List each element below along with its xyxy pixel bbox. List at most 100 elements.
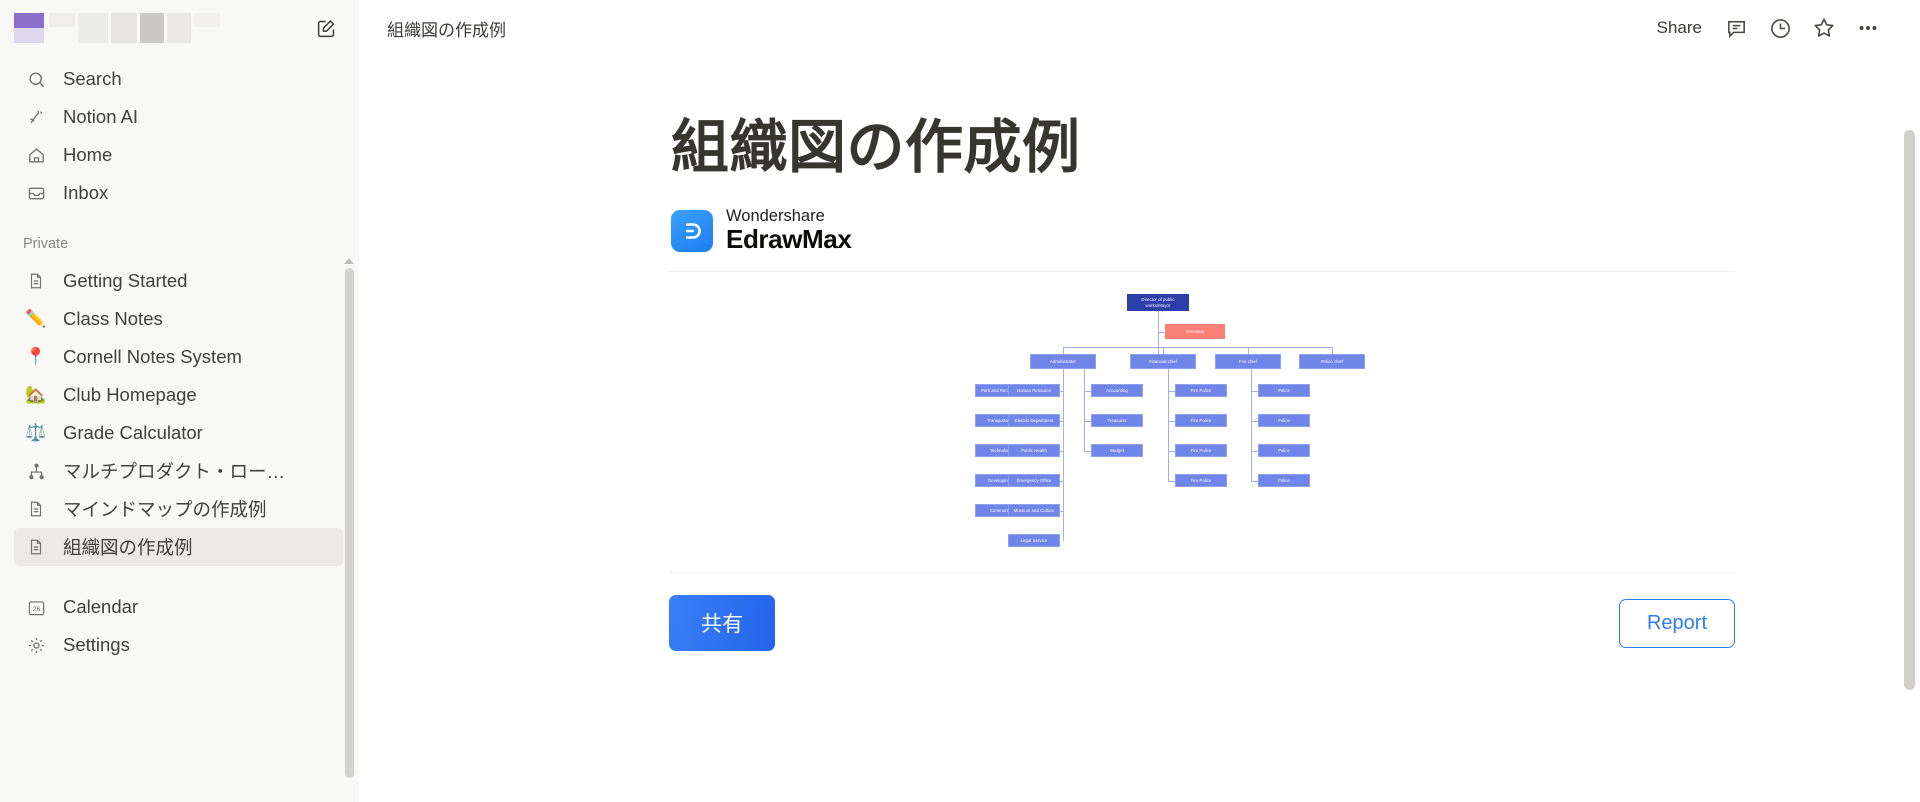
sidebar-item-label: 組織図の作成例 [63, 537, 193, 558]
workspace-name-blurred [49, 13, 220, 43]
connector-leaf [1084, 450, 1091, 452]
org-node-chief: Administrator [1030, 354, 1096, 370]
org-node-leaf: Legal Service [1008, 534, 1060, 548]
calendar-icon: 26 [23, 598, 49, 617]
sidebar-divider-gap [0, 566, 359, 588]
sidebar-item-mindmap-example[interactable]: マインドマップの作成例 [14, 490, 343, 528]
top-bar: 組織図の作成例 Share [359, 0, 1920, 56]
sidebar-scrollbar[interactable] [345, 268, 354, 778]
edrawmax-brand: Wondershare EdrawMax [671, 208, 1735, 253]
org-node-leaf: Museum and Culture [1008, 504, 1060, 518]
report-button[interactable]: Report [1618, 598, 1735, 648]
sidebar-item-org-chart-example[interactable]: 組織図の作成例 [14, 528, 343, 566]
org-node-leaf: Accounting [1091, 384, 1143, 398]
main-content: 組織図の作成例 Share 組織図の作成例 Wondershare EdrawM… [359, 0, 1920, 802]
connector-leaf [1168, 480, 1175, 482]
org-node-chief: Fire chief [1215, 354, 1281, 370]
sidebar-item-settings[interactable]: Settings [14, 626, 343, 664]
sidebar-item-getting-started[interactable]: Getting Started [14, 262, 343, 300]
sidebar-item-label: マインドマップの作成例 [63, 499, 267, 520]
edrawmax-logo-icon [671, 209, 713, 252]
sidebar-item-multi-product[interactable]: マルチプロダクト・ロー… [14, 452, 343, 490]
more-options-icon[interactable] [1846, 10, 1890, 46]
sidebar-item-calendar[interactable]: 26 Calendar [14, 588, 343, 626]
action-bar: 共有 Report [669, 573, 1735, 652]
sidebar-item-class-notes[interactable]: ✏️ Class Notes [14, 300, 343, 338]
workspace-switcher[interactable] [14, 13, 220, 43]
compose-icon[interactable] [311, 13, 341, 43]
main-scrollbar[interactable] [1904, 130, 1915, 690]
connector-chief-drop [1063, 347, 1064, 355]
org-node-leaf: Police [1258, 384, 1310, 398]
notion-ai-icon [23, 108, 49, 127]
org-node-leaf: Electric Department [1008, 414, 1060, 428]
sidebar-item-label: Club Homepage [63, 384, 197, 405]
org-node-leaf: Fire Police [1175, 384, 1227, 398]
org-node-leaf: Police [1258, 444, 1310, 458]
connector-column-trunk [1084, 369, 1085, 451]
org-node-leaf: Fire Police [1175, 414, 1227, 428]
breadcrumb[interactable]: 組織図の作成例 [387, 16, 506, 41]
sidebar-item-cornell-notes-system[interactable]: 📍 Cornell Notes System [14, 338, 343, 376]
connector-secretary [1158, 331, 1165, 333]
connector-chief-drop [1332, 347, 1333, 355]
org-node-leaf: Treasurer [1091, 414, 1143, 428]
sidebar-item-notion-ai[interactable]: Notion AI [14, 98, 343, 136]
brand-line-2: EdrawMax [726, 223, 852, 254]
gear-icon [23, 636, 49, 655]
connector-chief-drop [1248, 347, 1249, 355]
svg-text:26: 26 [32, 606, 40, 613]
connector-leaf [1251, 480, 1258, 482]
pencil-icon: ✏️ [25, 309, 47, 328]
connector-leaf [1251, 390, 1258, 392]
sidebar: Search Notion AI Home Inbox Private Gett… [0, 0, 359, 802]
org-node-leaf: Budget [1091, 444, 1143, 458]
connector-leaf [1168, 450, 1175, 452]
connector-leaf [1168, 390, 1175, 392]
org-chart-embed[interactable]: Director of public works/Mayor Secretary A… [669, 272, 1735, 572]
org-node-leaf: Human Resource [1008, 384, 1060, 398]
sidebar-item-label: Search [63, 68, 122, 89]
sidebar-item-label: Cornell Notes System [63, 346, 242, 367]
org-node-leaf: Police [1258, 414, 1310, 428]
share-cta-button[interactable]: 共有 [669, 595, 775, 652]
sidebar-item-inbox[interactable]: Inbox [14, 174, 343, 212]
workspace-logo-icon [14, 13, 44, 43]
star-icon[interactable] [1802, 10, 1846, 46]
org-node-leaf: Fire Police [1175, 474, 1227, 488]
sidebar-item-label: Notion AI [63, 106, 139, 127]
sidebar-item-grade-calculator[interactable]: ⚖️ Grade Calculator [14, 414, 343, 452]
scroll-up-arrow-icon[interactable] [344, 258, 354, 264]
sidebar-item-home[interactable]: Home [14, 136, 343, 174]
connector-leaf [1084, 420, 1091, 422]
home-icon [23, 146, 49, 165]
inbox-icon [23, 184, 49, 203]
org-node-leaf: Fire Police [1175, 444, 1227, 458]
page-icon [23, 538, 49, 556]
sidebar-item-label: Settings [63, 634, 130, 655]
org-node-chief: Police chief [1299, 354, 1365, 370]
pushpin-icon: 📍 [25, 347, 47, 366]
page-icon [23, 272, 49, 290]
comment-icon[interactable] [1714, 10, 1758, 46]
connector-leaf [1251, 450, 1258, 452]
connector-column-trunk [1063, 369, 1064, 541]
sidebar-item-search[interactable]: Search [14, 60, 343, 98]
sidebar-item-label: Getting Started [63, 270, 188, 291]
search-icon [23, 70, 49, 89]
sidebar-item-club-homepage[interactable]: 🏡 Club Homepage [14, 376, 343, 414]
sidebar-item-label: Class Notes [63, 308, 163, 329]
sidebar-item-label: Calendar [63, 596, 139, 617]
connector-leaf [1168, 420, 1175, 422]
org-node-leaf: Emergency Office [1008, 474, 1060, 488]
history-clock-icon[interactable] [1758, 10, 1802, 46]
sidebar-header [0, 0, 359, 56]
share-button[interactable]: Share [1645, 12, 1714, 44]
org-node-leaf: Public Health [1008, 444, 1060, 458]
sidebar-item-label: Inbox [63, 182, 109, 203]
page-title[interactable]: 組織図の作成例 [671, 114, 1735, 182]
sidebar-section-private: Private [23, 236, 69, 252]
connector-leaf [1084, 390, 1091, 392]
org-chart-icon [23, 462, 49, 481]
org-chart: Director of public works/Mayor Secretary A… [975, 289, 1405, 557]
